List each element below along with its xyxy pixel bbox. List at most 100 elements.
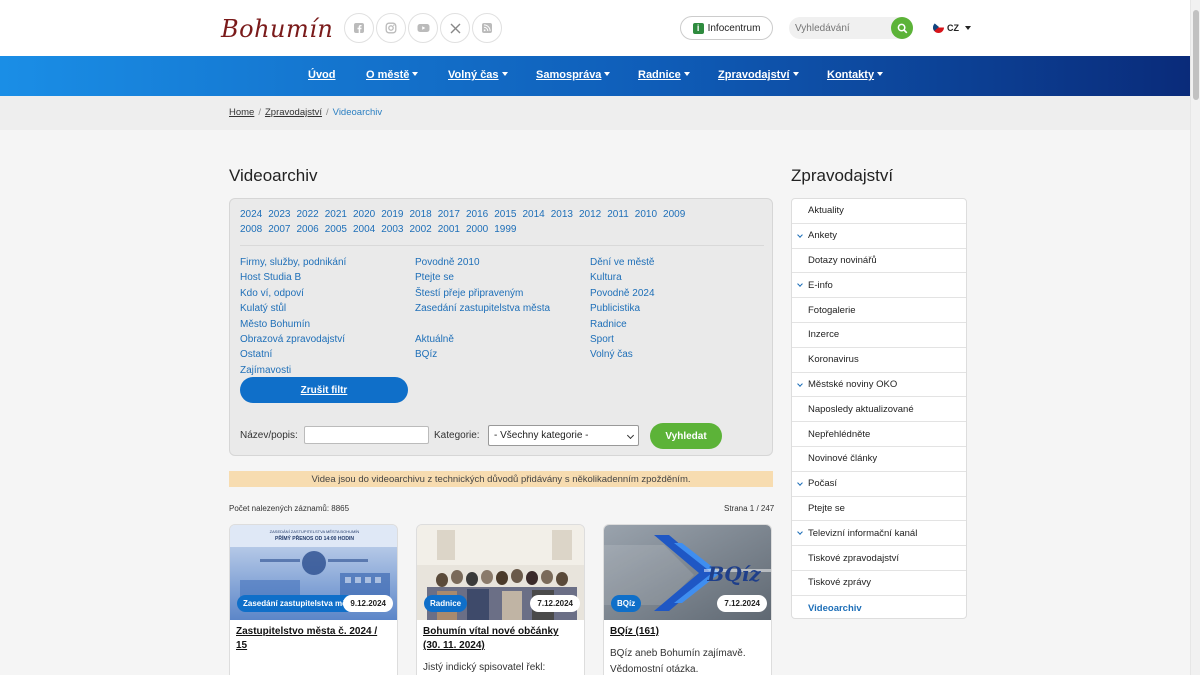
year-link[interactable]: 2012 (579, 209, 601, 220)
year-link[interactable]: 2007 (268, 224, 290, 235)
nav-item-radnice[interactable]: Radnice (638, 69, 690, 81)
category-link[interactable]: Štestí přeje připraveným (415, 286, 550, 301)
sidebar-item-ptejte-se[interactable]: Ptejte se (792, 497, 966, 522)
category-link[interactable]: Město Bohumín (240, 317, 346, 332)
search-button[interactable] (891, 17, 913, 39)
year-link[interactable]: 2016 (466, 209, 488, 220)
nav-item-kontakty[interactable]: Kontakty (827, 69, 884, 81)
facebook-icon[interactable] (344, 13, 374, 43)
sidebar-item-e-info[interactable]: E-info (792, 273, 966, 299)
year-link[interactable]: 2000 (466, 224, 488, 235)
year-link[interactable]: 2024 (240, 209, 262, 220)
video-card[interactable]: ZASEDÁNÍ ZASTUPITELSTVA MĚSTA BOHUMÍN PŘ… (229, 524, 398, 675)
sidebar-item-televizni-informacni-kanal[interactable]: Televizní informační kanál (792, 521, 966, 547)
year-link[interactable]: 2004 (353, 224, 375, 235)
video-title-link[interactable]: BQíz (161) (610, 625, 765, 639)
scrollbar-thumb[interactable] (1193, 10, 1199, 100)
year-link[interactable]: 2005 (325, 224, 347, 235)
instagram-icon[interactable] (376, 13, 406, 43)
category-link[interactable]: Povodně 2010 (415, 255, 550, 270)
category-link[interactable]: Obrazová zpravodajství (240, 332, 346, 347)
sidebar-item-neprehlednete[interactable]: Nepřehlédněte (792, 422, 966, 447)
page-scrollbar[interactable] (1190, 0, 1200, 675)
year-link[interactable]: 2010 (635, 209, 657, 220)
nav-item-zpravodajstvi[interactable]: Zpravodajství (718, 69, 799, 81)
sidebar-item-dotazy-novinaru[interactable]: Dotazy novinářů (792, 249, 966, 274)
language-switcher[interactable]: CZ (933, 22, 971, 33)
nav-item-o-meste[interactable]: O městě (366, 69, 419, 81)
infocentrum-button[interactable]: i Infocentrum (680, 16, 773, 40)
category-link[interactable]: Povodně 2024 (590, 286, 655, 301)
year-link[interactable]: 2009 (663, 209, 685, 220)
category-link[interactable]: Kultura (590, 270, 655, 285)
video-card[interactable]: BQíz BQíz 7.12.2024 BQíz (161) BQíz aneb… (603, 524, 772, 675)
year-link[interactable]: 2022 (297, 209, 319, 220)
clear-filter-button[interactable]: Zrušit filtr (240, 377, 408, 403)
category-link[interactable]: Ostatní (240, 347, 346, 362)
chevron-down-icon[interactable] (797, 380, 803, 387)
category-link[interactable]: Kdo ví, odpoví (240, 286, 346, 301)
name-search-input[interactable] (304, 426, 429, 444)
sidebar-item-koronavirus[interactable]: Koronavirus (792, 348, 966, 373)
chevron-down-icon[interactable] (797, 231, 803, 238)
breadcrumb-home[interactable]: Home (229, 107, 254, 118)
category-link[interactable]: Zajímavosti (240, 363, 346, 378)
category-link[interactable]: Radnice (590, 317, 655, 332)
sidebar-item-mestske-noviny-oko[interactable]: Městské noviny OKO (792, 373, 966, 398)
category-badge[interactable]: Zasedání zastupitelstva města (237, 595, 355, 612)
site-logo[interactable]: Bohumín (221, 12, 333, 46)
year-link[interactable]: 2013 (551, 209, 573, 220)
category-link[interactable]: BQíz (415, 347, 550, 362)
sidebar-item-fotogalerie[interactable]: Fotogalerie (792, 298, 966, 323)
sidebar-item-tiskove-zpravy[interactable]: Tiskové zprávy (792, 571, 966, 596)
year-link[interactable]: 2011 (607, 209, 629, 220)
sidebar-item-aktuality[interactable]: Aktuality (792, 199, 966, 224)
search-submit-button[interactable]: Vyhledat (650, 423, 722, 449)
video-title-link[interactable]: Bohumín vítal nové občánky (30. 11. 2024… (423, 625, 578, 653)
sidebar-item-pocasi[interactable]: Počasí (792, 472, 966, 497)
category-link[interactable]: Sport (590, 332, 655, 347)
category-link[interactable]: Zasedání zastupitelstva města (415, 301, 550, 316)
year-link[interactable]: 2002 (410, 224, 432, 235)
sidebar-item-naposledy-aktualizovane[interactable]: Naposledy aktualizované (792, 397, 966, 423)
sidebar-item-videoarchiv[interactable]: Videoarchiv (792, 596, 966, 621)
category-link[interactable]: Host Studia B (240, 270, 346, 285)
nav-item-volny-cas[interactable]: Volný čas (448, 69, 508, 81)
category-link[interactable]: Firmy, služby, podnikání (240, 255, 346, 270)
video-thumbnail[interactable]: BQíz BQíz 7.12.2024 (604, 525, 771, 620)
category-badge[interactable]: Radnice (424, 595, 468, 612)
category-select[interactable]: - Všechny kategorie - (488, 425, 639, 446)
category-link[interactable]: Dění ve městě (590, 255, 655, 270)
x-icon[interactable] (440, 13, 470, 43)
year-link[interactable]: 2021 (325, 209, 347, 220)
category-link[interactable]: Aktuálně (415, 332, 550, 347)
video-card[interactable]: Radnice 7.12.2024 Bohumín vítal nové obč… (416, 524, 585, 675)
search-input[interactable] (789, 17, 889, 39)
sidebar-item-novinove-clanky[interactable]: Novinové články (792, 447, 966, 472)
chevron-down-icon[interactable] (797, 281, 803, 288)
sidebar-item-tiskove-zpravodajstvi[interactable]: Tiskové zpravodajství (792, 546, 966, 571)
year-link[interactable]: 2019 (381, 209, 403, 220)
video-thumbnail[interactable]: Radnice 7.12.2024 (417, 525, 584, 620)
sidebar-item-inzerce[interactable]: Inzerce (792, 323, 966, 348)
category-link[interactable]: Volný čas (590, 347, 655, 362)
breadcrumb-zpravodajstvi[interactable]: Zpravodajství (265, 107, 322, 118)
year-link[interactable]: 2017 (438, 209, 460, 220)
year-link[interactable]: 2015 (494, 209, 516, 220)
category-badge[interactable]: BQíz (611, 595, 642, 612)
year-link[interactable]: 1999 (494, 224, 516, 235)
year-link[interactable]: 2003 (381, 224, 403, 235)
chevron-down-icon[interactable] (797, 529, 803, 536)
category-link[interactable]: Ptejte se (415, 270, 550, 285)
category-link[interactable]: Kulatý stůl (240, 301, 346, 316)
youtube-icon[interactable] (408, 13, 438, 43)
category-link[interactable]: Publicistika (590, 301, 655, 316)
rss-icon[interactable] (472, 13, 502, 43)
nav-item-samosprava[interactable]: Samospráva (536, 69, 611, 81)
sidebar-item-ankety[interactable]: Ankety (792, 224, 966, 249)
year-link[interactable]: 2018 (410, 209, 432, 220)
year-link[interactable]: 2008 (240, 224, 262, 235)
video-title-link[interactable]: Zastupitelstvo města č. 2024 / 15 (236, 625, 391, 653)
year-link[interactable]: 2020 (353, 209, 375, 220)
video-thumbnail[interactable]: ZASEDÁNÍ ZASTUPITELSTVA MĚSTA BOHUMÍN PŘ… (230, 525, 397, 620)
